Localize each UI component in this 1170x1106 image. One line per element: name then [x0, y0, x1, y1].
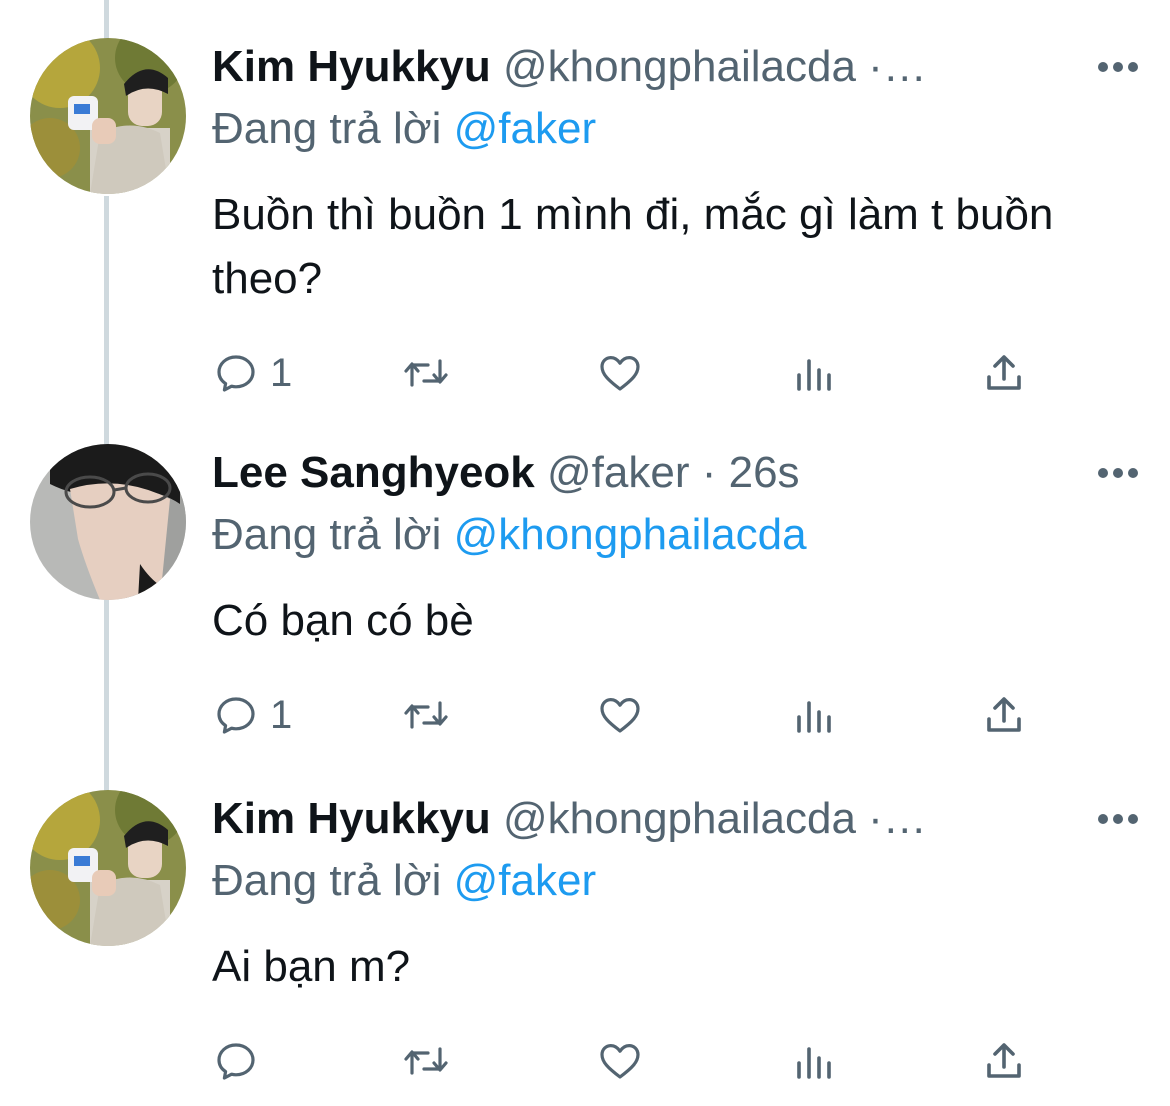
analytics-icon: [797, 1047, 831, 1079]
handle[interactable]: @khongphailacda ·…: [503, 42, 927, 91]
replying-to: Đang trả lời @faker: [212, 856, 596, 906]
replying-to: Đang trả lời @khongphailacda: [212, 510, 807, 560]
tweet-actions: 1: [212, 348, 1112, 398]
like-button[interactable]: [596, 1036, 644, 1086]
like-button[interactable]: [596, 690, 644, 740]
reply-icon: [217, 1043, 255, 1080]
display-name[interactable]: Kim Hyukkyu: [212, 42, 491, 91]
replying-to: Đang trả lời @faker: [212, 104, 596, 154]
like-button[interactable]: [596, 348, 644, 398]
tweet-text: Ai bạn m?: [212, 942, 411, 991]
more-icon[interactable]: [1098, 814, 1138, 828]
more-icon[interactable]: [1098, 468, 1138, 482]
handle[interactable]: @khongphailacda ·…: [503, 794, 927, 843]
retweet-icon: [404, 701, 448, 729]
reply-button[interactable]: 1: [212, 348, 292, 398]
tweet-header: Kim Hyukkyu @khongphailacda ·…: [212, 42, 1130, 102]
retweet-button[interactable]: [400, 348, 452, 398]
share-icon: [987, 355, 1021, 390]
display-name[interactable]: Lee Sanghyeok: [212, 448, 535, 497]
retweet-icon: [404, 1047, 448, 1075]
heart-icon: [600, 698, 640, 733]
analytics-icon: [797, 701, 831, 733]
display-name[interactable]: Kim Hyukkyu: [212, 794, 491, 843]
share-button[interactable]: [980, 348, 1028, 398]
tweet[interactable]: Kim Hyukkyu @khongphailacda ·… Đang trả …: [0, 790, 1170, 1100]
analytics-icon: [797, 359, 831, 391]
tweet-text: Có bạn có bè: [212, 596, 474, 645]
reply-mention[interactable]: @faker: [454, 856, 596, 905]
reply-prefix: Đang trả lời: [212, 510, 454, 559]
share-button[interactable]: [980, 690, 1028, 740]
tweet[interactable]: Kim Hyukkyu @khongphailacda ·… Đang trả …: [0, 38, 1170, 398]
share-button[interactable]: [980, 1036, 1028, 1086]
retweet-button[interactable]: [400, 1036, 452, 1086]
reply-count: 1: [270, 692, 293, 737]
analytics-button[interactable]: [790, 348, 838, 398]
reply-prefix: Đang trả lời: [212, 856, 454, 905]
avatar[interactable]: [30, 38, 186, 194]
handle[interactable]: @faker · 26s: [547, 448, 800, 497]
reply-icon: [217, 355, 255, 392]
avatar[interactable]: [30, 790, 186, 946]
tweet-header: Lee Sanghyeok @faker · 26s: [212, 448, 1130, 508]
heart-icon: [600, 1044, 640, 1079]
share-icon: [987, 697, 1021, 732]
reply-mention[interactable]: @faker: [454, 104, 596, 153]
retweet-icon: [404, 359, 448, 387]
retweet-button[interactable]: [400, 690, 452, 740]
more-icon[interactable]: [1098, 62, 1138, 76]
analytics-button[interactable]: [790, 690, 838, 740]
heart-icon: [600, 356, 640, 391]
tweet-text: Buồn thì buồn 1 mình đi, mắc gì làm t bu…: [212, 190, 1054, 303]
reply-count: 1: [270, 350, 293, 395]
analytics-button[interactable]: [790, 1036, 838, 1086]
thread-line: [104, 0, 109, 42]
tweet-header: Kim Hyukkyu @khongphailacda ·…: [212, 794, 1130, 854]
tweet-actions: [212, 1036, 1112, 1086]
avatar[interactable]: [30, 444, 186, 600]
reply-mention[interactable]: @khongphailacda: [454, 510, 807, 559]
tweet-actions: 1: [212, 690, 1112, 740]
share-icon: [987, 1043, 1021, 1078]
tweet[interactable]: Lee Sanghyeok @faker · 26s Đang trả lời …: [0, 444, 1170, 754]
reply-prefix: Đang trả lời: [212, 104, 454, 153]
reply-icon: [217, 697, 255, 734]
reply-button[interactable]: [212, 1036, 270, 1086]
reply-button[interactable]: 1: [212, 690, 292, 740]
